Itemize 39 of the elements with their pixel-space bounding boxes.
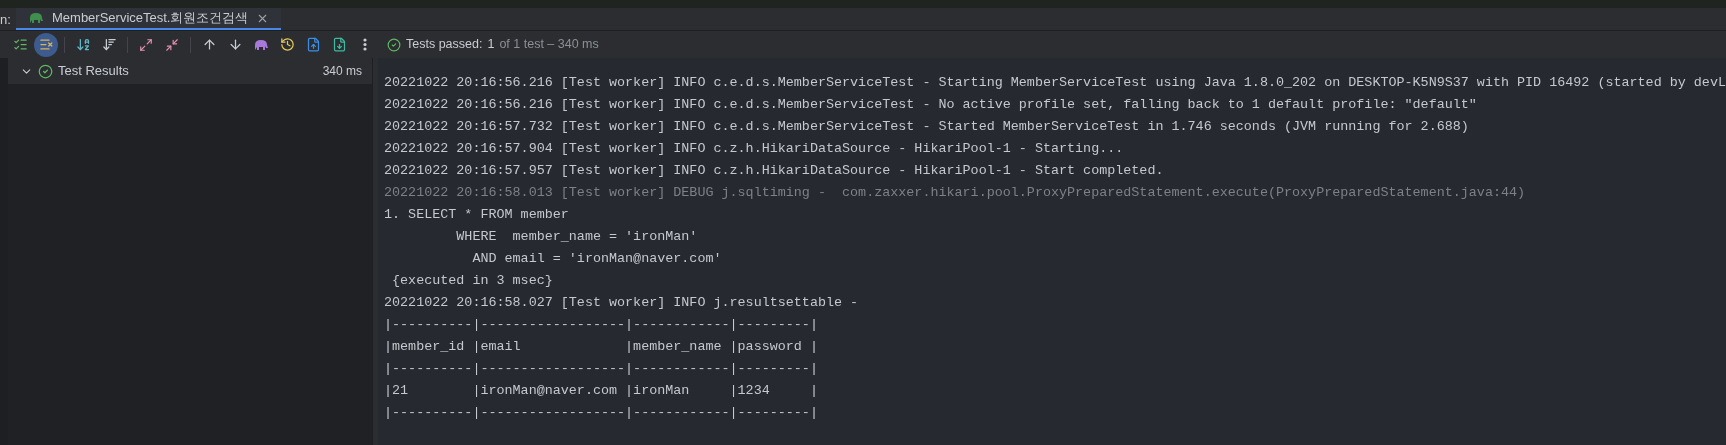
console-line: |----------|------------------|------------|---------| <box>384 316 818 334</box>
console-line: 20221022 20:16:58.027 [Test worker] INFO j.resultsettable - <box>384 294 859 312</box>
arrow-down-icon <box>227 37 243 52</box>
console-line: |21 |ironMan@naver.com |ironMan |1234 | <box>384 382 818 400</box>
run-label: n: <box>0 11 12 29</box>
sort-icon <box>101 37 117 52</box>
duration: 340 ms <box>322 63 362 80</box>
test-summary: of 1 test – 340 ms <box>499 36 599 54</box>
console-line: 20221022 20:16:58.013 [Test worker] DEBUG j.sqltiming - com.zaxxer.hikari.pool.ProxyPreparedStatement.execute(ProxyPreparedStatement.java:44) <box>384 184 1526 202</box>
collapse-icon <box>165 37 179 52</box>
show-ignored-button[interactable] <box>34 32 58 57</box>
list-x-icon <box>38 37 54 52</box>
history-icon <box>279 37 295 52</box>
console-line: 20221022 20:16:57.904 [Test worker] INFO c.z.h.HikariDataSource - HikariPool-1 - Starting... <box>384 140 1124 158</box>
list-check-icon <box>12 37 28 52</box>
passed-check-icon <box>387 37 401 52</box>
console-line: AND email = 'ironMan@naver.com' <box>471 250 722 268</box>
console-line: 1. SELECT * FROM member <box>384 206 569 224</box>
expand-icon <box>139 37 153 52</box>
sort-az-icon <box>75 37 91 52</box>
file-icon <box>331 37 347 52</box>
tree-label: Test Results <box>58 62 129 81</box>
file-icon <box>305 37 321 52</box>
console-line: |----------|------------------|------------|---------| <box>384 404 818 422</box>
run-tab[interactable]: MemberServiceTest.회원조건검색 <box>16 8 282 30</box>
elephant-icon <box>28 12 44 24</box>
more-icon <box>363 38 367 51</box>
console-line: |----------|------------------|------------|---------| <box>384 360 818 378</box>
console-line: 20221022 20:16:57.957 [Test worker] INFO c.z.h.HikariDataSource - HikariPool-1 - Start completed. <box>384 162 1164 180</box>
console-line: 20221022 20:16:56.216 [Test worker] INFO c.e.d.s.MemberServiceTest - No active profile set, falling back to 1 default profile: "default" <box>384 96 1477 114</box>
tests-passed-text: Tests passed: <box>406 36 483 54</box>
console-line: {executed in 3 msec} <box>391 272 553 290</box>
tree-item[interactable]: Test Results 340 ms <box>8 58 372 84</box>
console-line: 20221022 20:16:56.216 [Test worker] INFO c.e.d.s.MemberServiceTest - Starting MemberServiceTest using Java 1.8.0_202 on DESKTOP-K5N9S37 with PID 16492 (started by devL <box>384 74 1726 92</box>
elephant-icon <box>253 38 269 51</box>
console-line: |member_id |email |member_name |password | <box>384 338 818 356</box>
console-line: WHERE member_name = 'ironMan' <box>455 228 698 246</box>
console-line: 20221022 20:16:57.732 [Test worker] INFO c.e.d.s.MemberServiceTest - Started MemberServiceTest in 1.746 seconds (JVM running for 2.688) <box>384 118 1469 136</box>
passed-count: 1 <box>487 36 495 54</box>
